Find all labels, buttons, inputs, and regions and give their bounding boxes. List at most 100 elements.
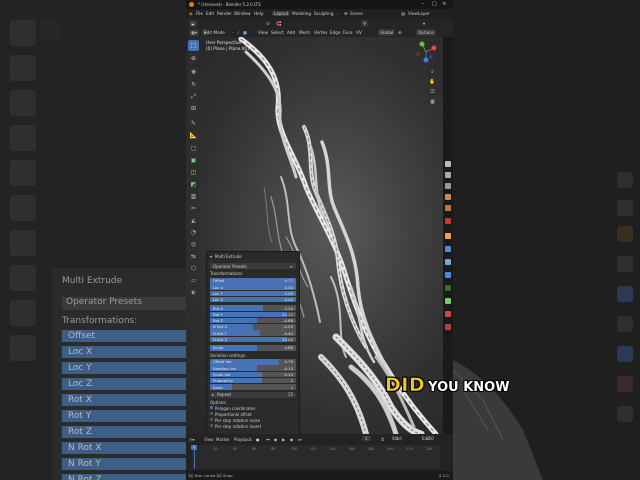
operator-field-loc-y[interactable]: Loc Y 0.00: [210, 290, 296, 297]
maximize-icon[interactable]: □: [432, 1, 437, 7]
checkbox-label[interactable]: Polygon coordinates: [215, 406, 255, 411]
ortho-toggle-icon[interactable]: ▦: [429, 99, 436, 106]
operator-field-rot-z[interactable]: Rot Z -4.88: [210, 317, 296, 324]
operator-field-rotation-var[interactable]: Rotation Var -0.15: [210, 365, 296, 371]
operator-field-scale[interactable]: Scale 0.89: [210, 345, 296, 351]
mode-selector[interactable]: Edit Mode ▾: [202, 29, 225, 36]
camera-view-icon[interactable]: ⎚: [429, 89, 436, 96]
extrude-region-icon[interactable]: ▣: [188, 155, 199, 166]
viewlayer-selector[interactable]: ViewLayer: [408, 11, 430, 16]
header-menu-mesh[interactable]: Mesh: [299, 30, 310, 35]
jump-start-icon[interactable]: ⏮: [266, 437, 270, 442]
timeline-editor-icon[interactable]: ◷▾: [189, 437, 195, 442]
operator-redo-panel[interactable]: ▾ Multi Extrude Operator Presets ≡ Trans…: [206, 251, 300, 436]
workspace-more-icon[interactable]: ›: [337, 11, 339, 16]
header-menu-add[interactable]: Add: [287, 30, 295, 35]
particles-icon[interactable]: [445, 259, 451, 265]
pan-hand-icon[interactable]: ✋: [429, 79, 436, 86]
operator-field-loc-z[interactable]: Loc Z 0.00: [210, 296, 296, 303]
zoom-icon[interactable]: ⌕: [429, 69, 436, 76]
header-menu-face[interactable]: Face: [343, 30, 352, 35]
scene-properties-icon[interactable]: [445, 205, 451, 211]
menu-edit[interactable]: Edit: [206, 11, 214, 16]
checkbox[interactable]: [210, 412, 214, 416]
repeat-field[interactable]: ▸ Repeat 15: [210, 392, 296, 398]
constraints-icon[interactable]: [445, 285, 451, 291]
shrink-fatten-icon[interactable]: ⬡: [188, 263, 199, 274]
rip-region-icon[interactable]: ⬖: [188, 287, 199, 298]
physics-icon[interactable]: [445, 272, 451, 278]
select-box-icon[interactable]: ⬚: [188, 40, 199, 51]
cursor-icon[interactable]: ⊕: [188, 53, 199, 64]
snap-icon[interactable]: 🧲: [276, 21, 281, 27]
close-icon[interactable]: ×: [442, 1, 447, 7]
blender-menu-icon[interactable]: ◉: [189, 11, 193, 16]
operator-field-n-rot-x[interactable]: N Rot X -0.03: [210, 324, 296, 330]
operator-field-seed[interactable]: Seed 1: [210, 384, 296, 390]
operator-field-n-rot-y[interactable]: N Rot Y -5.44: [210, 330, 296, 336]
current-frame-field[interactable]: 1: [362, 436, 371, 441]
add-cube-icon[interactable]: ▢: [188, 143, 199, 154]
prev-key-icon[interactable]: ◆: [274, 437, 277, 442]
operator-field-probability[interactable]: Probability 1: [210, 377, 296, 384]
material-properties-icon[interactable]: [445, 311, 451, 317]
timeline-editor[interactable]: ◷▾ View Marker Playback ● ⏮ ◆ ▶ ◆ ⏭ 1 ⏱ …: [186, 434, 453, 471]
bevel-icon[interactable]: ◩: [188, 179, 199, 190]
loop-cut-icon[interactable]: ▥: [188, 191, 199, 202]
shear-icon[interactable]: ▱: [188, 275, 199, 286]
face-select-icon[interactable]: ■: [243, 30, 247, 35]
menu-help[interactable]: Help: [254, 11, 264, 16]
operator-field-rot-x[interactable]: Rot X -3.29: [210, 305, 296, 311]
texture-properties-icon[interactable]: [445, 324, 451, 330]
presets-menu-icon[interactable]: ≡: [290, 264, 293, 269]
timeline-record-icon[interactable]: ●: [256, 437, 260, 442]
checkbox[interactable]: [210, 406, 214, 410]
checkbox[interactable]: [210, 424, 214, 428]
workspace-tab-layout[interactable]: Layout: [272, 11, 291, 16]
checkbox[interactable]: [210, 418, 214, 422]
measure-icon[interactable]: 📐: [188, 130, 199, 141]
render-properties-icon[interactable]: [445, 172, 451, 178]
dropdown-arrow-icon[interactable]: ▾: [423, 21, 425, 26]
checkbox-label[interactable]: Proportional offset: [215, 412, 252, 417]
clock-icon[interactable]: ⏱: [381, 437, 384, 442]
vertex-select-icon[interactable]: ⋅: [232, 30, 233, 35]
checkbox-label[interactable]: Per step rotation invert: [215, 424, 261, 429]
rotate-icon[interactable]: ↻: [188, 79, 199, 90]
workspace-tab-sculpting[interactable]: Sculpting: [314, 11, 334, 16]
checkbox-label[interactable]: Per step rotation noise: [215, 418, 260, 423]
data-properties-icon[interactable]: [445, 298, 451, 304]
scene-selector[interactable]: Scene: [350, 11, 363, 16]
header-menu-edge[interactable]: Edge: [330, 30, 341, 35]
workspace-tab-modeling[interactable]: Modeling: [292, 11, 311, 16]
pivot-icon[interactable]: ⊛: [398, 30, 402, 35]
operator-field-offset-var[interactable]: Offset Var 0.79: [210, 359, 296, 365]
collapse-arrow-icon[interactable]: ▾: [210, 254, 212, 259]
next-key-icon[interactable]: ◆: [290, 437, 293, 442]
annotate-icon[interactable]: ✎: [188, 118, 199, 129]
operator-field-offset[interactable]: Offset 0.77: [210, 278, 296, 284]
view-layer-icon[interactable]: [445, 194, 451, 200]
smooth-icon[interactable]: ◎: [188, 239, 199, 250]
transform-pivot-icon[interactable]: ⊙: [266, 21, 270, 26]
tool-properties-icon[interactable]: [445, 161, 451, 167]
object-properties-icon[interactable]: [445, 233, 451, 239]
header-menu-vertex[interactable]: Vertex: [314, 30, 327, 35]
menu-window[interactable]: Window: [234, 11, 251, 16]
navigation-gizmo[interactable]: [414, 40, 438, 64]
timeline-menu-marker[interactable]: Marker: [216, 437, 230, 442]
spin-icon[interactable]: ◔: [188, 227, 199, 238]
tool-setting3-icon[interactable]: ◒: [189, 20, 197, 27]
operator-field-loc-x[interactable]: Loc X 0.00: [210, 284, 296, 290]
header-menu-select[interactable]: Select: [271, 30, 284, 35]
timeline-menu-playback[interactable]: Playback: [234, 437, 252, 442]
header-menu-uv[interactable]: UV: [356, 30, 362, 35]
play-icon[interactable]: ▶: [282, 437, 285, 442]
editor-type-icon[interactable]: ▦▾: [189, 29, 200, 36]
operator-field-scale-var[interactable]: Scale Var 0.24: [210, 371, 296, 378]
options-dropdown[interactable]: Options: [416, 29, 437, 36]
menu-file[interactable]: File: [196, 11, 203, 16]
edge-select-icon[interactable]: ⟋: [237, 30, 240, 35]
operator-field-n-rot-z[interactable]: N Rot Z 10.00: [210, 336, 296, 343]
edge-slide-icon[interactable]: ⇆: [188, 251, 199, 262]
